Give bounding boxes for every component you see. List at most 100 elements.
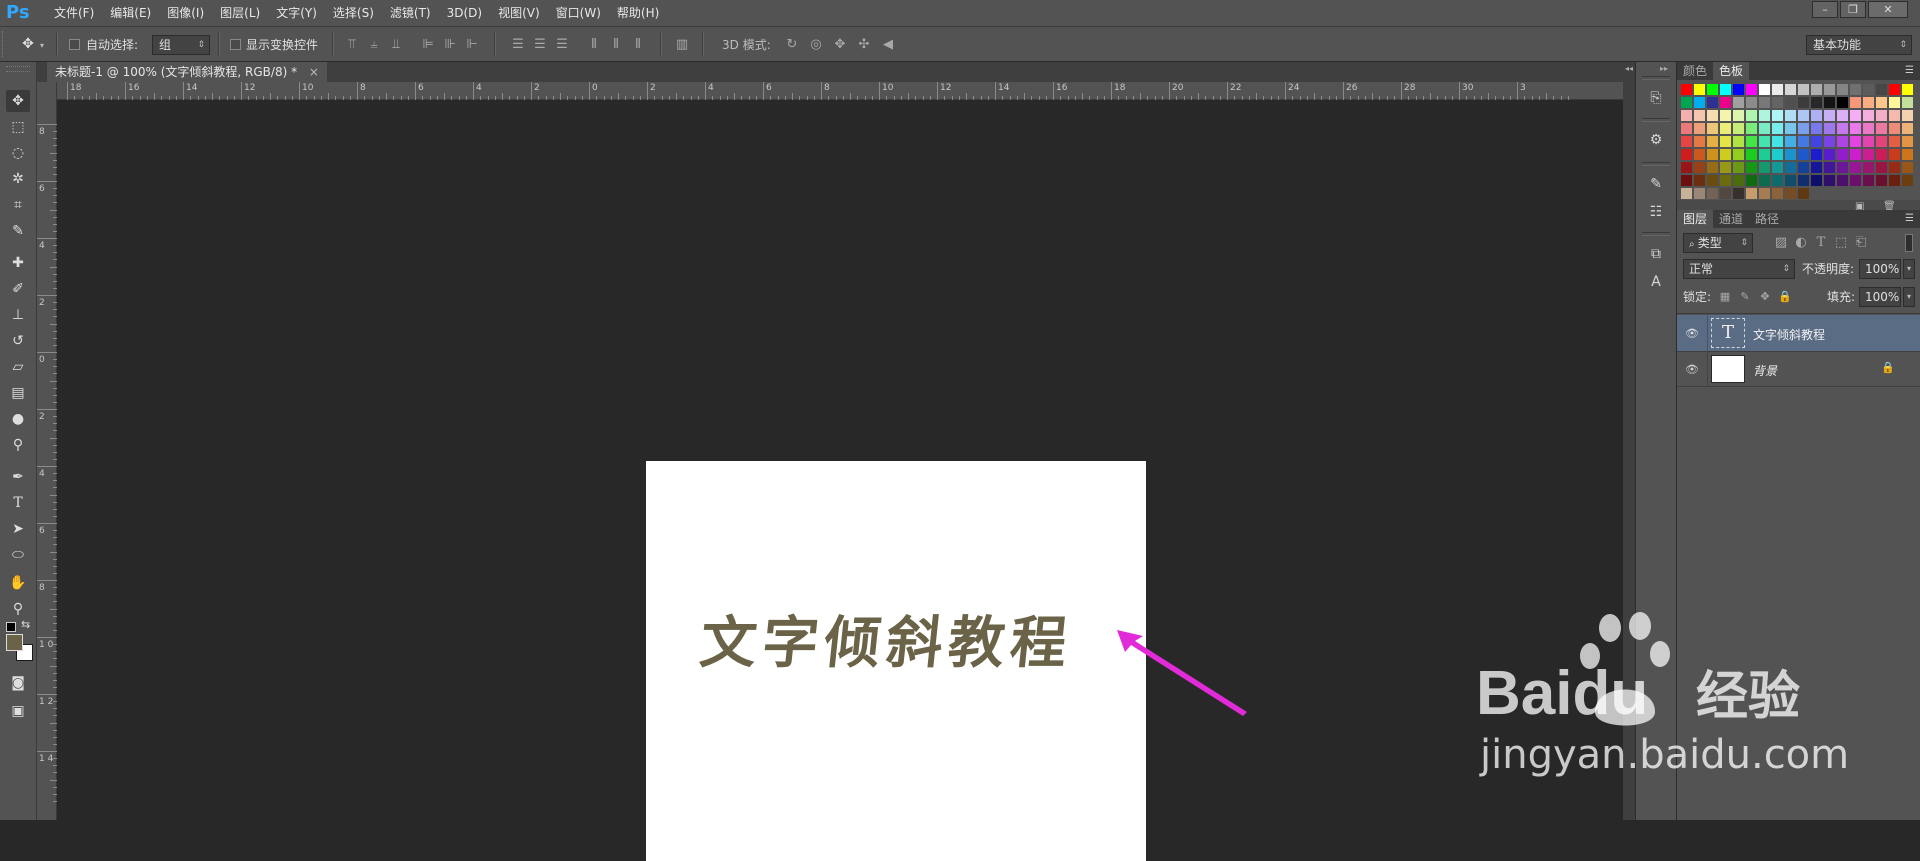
menu-layer[interactable]: 图层(L)	[212, 0, 268, 26]
color-swatch[interactable]	[1850, 97, 1861, 108]
color-swatch[interactable]	[1889, 84, 1900, 95]
color-swatch[interactable]	[1876, 175, 1887, 186]
color-swatch[interactable]	[1798, 97, 1809, 108]
menu-select[interactable]: 选择(S)	[325, 0, 382, 26]
color-swatch[interactable]	[1720, 162, 1731, 173]
layer-row-background[interactable]: 👁 背景 🔒	[1677, 351, 1920, 387]
distribute-top-icon[interactable]: ☰	[510, 37, 526, 53]
clone-stamp-tool-icon[interactable]: ⊥	[6, 304, 30, 326]
color-swatch[interactable]	[1889, 162, 1900, 173]
color-swatch[interactable]	[1837, 123, 1848, 134]
lasso-tool-icon[interactable]: ◌	[6, 142, 30, 164]
align-horizontal-center-icon[interactable]: ⊪	[442, 37, 458, 53]
color-swatch[interactable]	[1681, 162, 1692, 173]
lock-all-icon[interactable]: 🔒	[1777, 289, 1793, 305]
quick-mask-icon[interactable]: ◙	[6, 672, 30, 694]
color-swatch[interactable]	[1694, 123, 1705, 134]
color-swatch[interactable]	[1837, 84, 1848, 95]
color-swatch[interactable]	[1889, 123, 1900, 134]
tab-swatches[interactable]: 色板	[1713, 62, 1750, 80]
color-swatch[interactable]	[1759, 188, 1770, 199]
color-swatch[interactable]	[1746, 97, 1757, 108]
color-swatch[interactable]	[1707, 162, 1718, 173]
color-swatch[interactable]	[1850, 136, 1861, 147]
color-swatch[interactable]	[1876, 84, 1887, 95]
color-swatch[interactable]	[1772, 97, 1783, 108]
color-swatch[interactable]	[1733, 123, 1744, 134]
color-swatch[interactable]	[1837, 97, 1848, 108]
color-swatch[interactable]	[1759, 162, 1770, 173]
layer-name[interactable]: 文字倾斜教程	[1753, 326, 1825, 343]
expand-panels-icon[interactable]: ▸▸	[1660, 64, 1668, 73]
blur-tool-icon[interactable]: ●	[6, 408, 30, 430]
layer-name[interactable]: 背景	[1753, 362, 1777, 379]
color-swatch[interactable]	[1824, 84, 1835, 95]
color-swatch[interactable]	[1733, 110, 1744, 121]
color-swatch[interactable]	[1902, 123, 1913, 134]
opacity-input[interactable]: 100%	[1859, 259, 1901, 279]
filter-type-layers-icon[interactable]: T	[1813, 235, 1829, 251]
fill-slider-arrow-icon[interactable]: ▾	[1903, 287, 1915, 307]
color-swatch[interactable]	[1720, 84, 1731, 95]
toolbar-grip[interactable]	[6, 66, 30, 72]
eraser-tool-icon[interactable]: ▱	[6, 356, 30, 378]
3d-slide-icon[interactable]: ✣	[856, 37, 872, 53]
color-swatch[interactable]	[1811, 84, 1822, 95]
menu-view[interactable]: 视图(V)	[490, 0, 548, 26]
brush-tool-icon[interactable]: ✐	[6, 278, 30, 300]
color-swatch[interactable]	[1850, 149, 1861, 160]
color-swatch[interactable]	[1863, 149, 1874, 160]
color-swatch[interactable]	[1902, 175, 1913, 186]
3d-rotate-icon[interactable]: ↻	[784, 37, 800, 53]
filter-pixel-layers-icon[interactable]: ▨	[1773, 235, 1789, 251]
distribute-left-icon[interactable]: ⦀	[586, 37, 602, 53]
color-swatch[interactable]	[1902, 110, 1913, 121]
layer-row-text[interactable]: 👁 T 文字倾斜教程	[1677, 315, 1920, 351]
color-swatch[interactable]	[1876, 110, 1887, 121]
color-swatch[interactable]	[1733, 84, 1744, 95]
pen-tool-icon[interactable]: ✒	[6, 466, 30, 488]
opacity-slider-arrow-icon[interactable]: ▾	[1903, 259, 1915, 279]
3d-scale-icon[interactable]: ◀	[880, 37, 896, 53]
color-swatch[interactable]	[1759, 84, 1770, 95]
marquee-tool-icon[interactable]: ⬚	[6, 116, 30, 138]
color-swatch[interactable]	[1902, 136, 1913, 147]
document-tab[interactable]: 未标题-1 @ 100% (文字倾斜教程, RGB/8) * ×	[47, 62, 327, 82]
color-swatch[interactable]	[1798, 84, 1809, 95]
color-swatch[interactable]	[1785, 136, 1796, 147]
color-swatch[interactable]	[1850, 110, 1861, 121]
color-swatch[interactable]	[1759, 136, 1770, 147]
color-swatch[interactable]	[1720, 149, 1731, 160]
color-swatch[interactable]	[1837, 162, 1848, 173]
filter-toggle-switch[interactable]	[1905, 234, 1913, 252]
lock-position-icon[interactable]: ✥	[1757, 289, 1773, 305]
color-swatch[interactable]	[1720, 175, 1731, 186]
gradient-tool-icon[interactable]: ▤	[6, 382, 30, 404]
color-swatch[interactable]	[1837, 149, 1848, 160]
color-swatch[interactable]	[1902, 162, 1913, 173]
align-right-icon[interactable]: ⊩	[464, 37, 480, 53]
restore-button[interactable]: ❐	[1840, 1, 1866, 18]
lock-transparent-pixels-icon[interactable]: ▦	[1717, 289, 1733, 305]
color-swatch[interactable]	[1746, 188, 1757, 199]
distribute-right-icon[interactable]: ⦀	[630, 37, 646, 53]
tab-paths[interactable]: 路径	[1749, 210, 1785, 228]
color-swatch[interactable]	[1902, 84, 1913, 95]
color-swatch[interactable]	[1850, 123, 1861, 134]
align-bottom-icon[interactable]: ⫫	[388, 37, 404, 53]
color-swatch[interactable]	[1824, 97, 1835, 108]
color-swatch[interactable]	[1694, 162, 1705, 173]
color-swatch[interactable]	[1733, 97, 1744, 108]
preset-dropdown-arrow-icon[interactable]: ▾	[40, 41, 44, 50]
swatches-grid[interactable]	[1677, 80, 1920, 200]
color-swatch[interactable]	[1707, 136, 1718, 147]
document-canvas[interactable]: 文字倾斜教程	[646, 461, 1146, 861]
color-swatch[interactable]	[1681, 188, 1692, 199]
distribute-bottom-icon[interactable]: ☰	[554, 37, 570, 53]
color-swatch[interactable]	[1824, 123, 1835, 134]
color-swatch[interactable]	[1811, 149, 1822, 160]
color-swatch[interactable]	[1902, 149, 1913, 160]
hand-tool-icon[interactable]: ✋	[6, 572, 30, 594]
close-window-button[interactable]: ✕	[1868, 1, 1908, 18]
filter-smart-objects-icon[interactable]: ⎗	[1853, 235, 1869, 251]
